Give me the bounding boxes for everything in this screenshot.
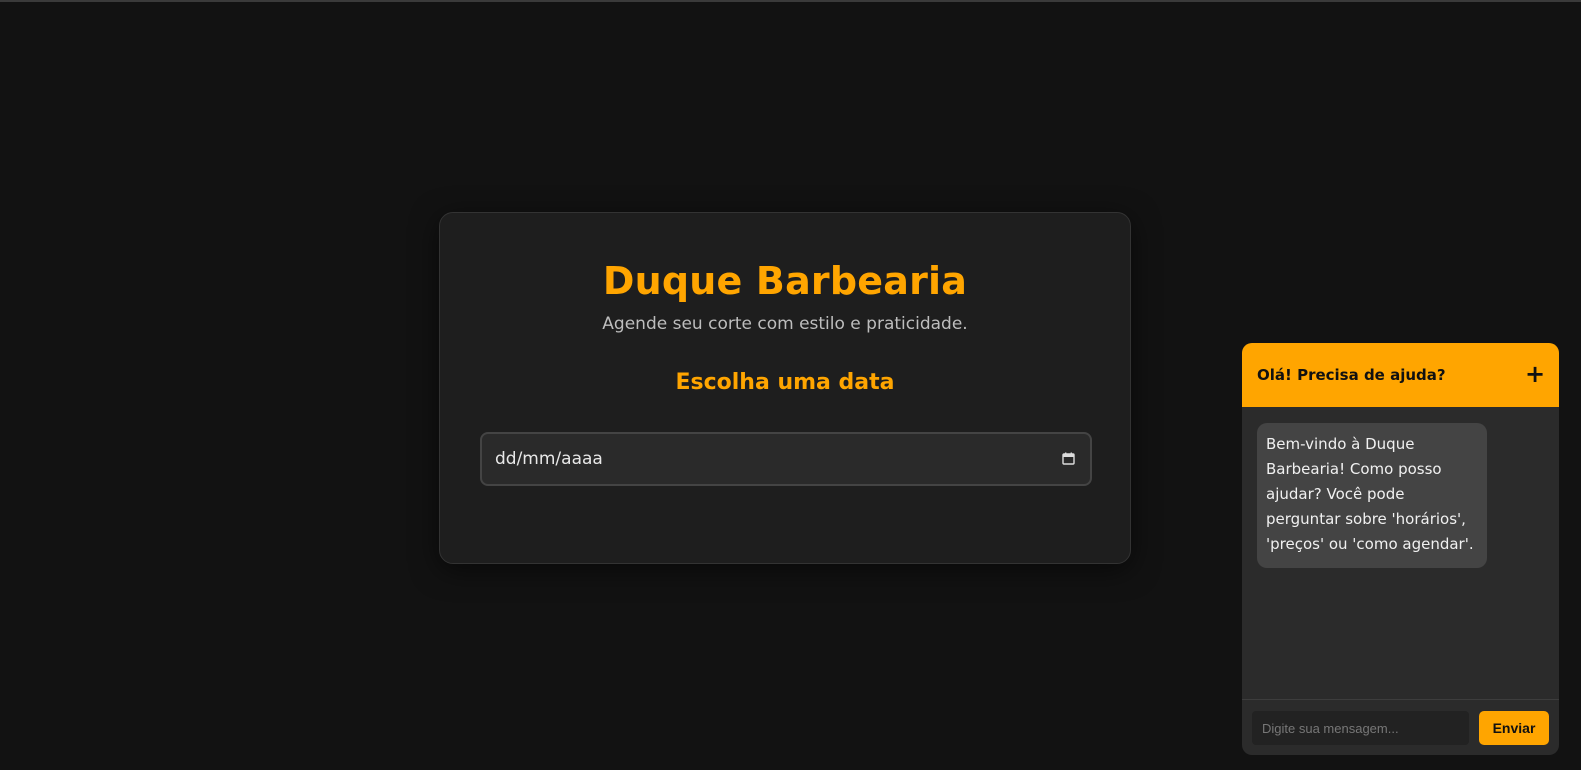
chat-footer: Enviar — [1242, 699, 1559, 755]
chat-message-bot: Bem-vindo à Duque Barbearia! Como posso … — [1257, 423, 1487, 568]
expand-icon[interactable]: + — [1525, 360, 1545, 388]
date-section-title: Escolha uma data — [675, 370, 895, 395]
chat-header[interactable]: Olá! Precisa de ajuda? + — [1242, 343, 1559, 407]
window-top-border — [0, 0, 1581, 2]
date-input-value: dd/mm/aaaa — [495, 449, 603, 469]
date-input[interactable]: dd/mm/aaaa — [480, 432, 1092, 486]
booking-card: Duque Barbearia Agende seu corte com est… — [439, 212, 1131, 564]
chat-message-input[interactable] — [1252, 711, 1469, 745]
chat-widget: Olá! Precisa de ajuda? + Bem-vindo à Duq… — [1242, 343, 1559, 755]
send-button[interactable]: Enviar — [1479, 711, 1549, 745]
calendar-icon[interactable] — [1062, 452, 1075, 465]
page-title: Duque Barbearia — [602, 259, 968, 303]
chat-title: Olá! Precisa de ajuda? — [1257, 366, 1446, 384]
page-subtitle: Agende seu corte com estilo e praticidad… — [602, 314, 968, 334]
